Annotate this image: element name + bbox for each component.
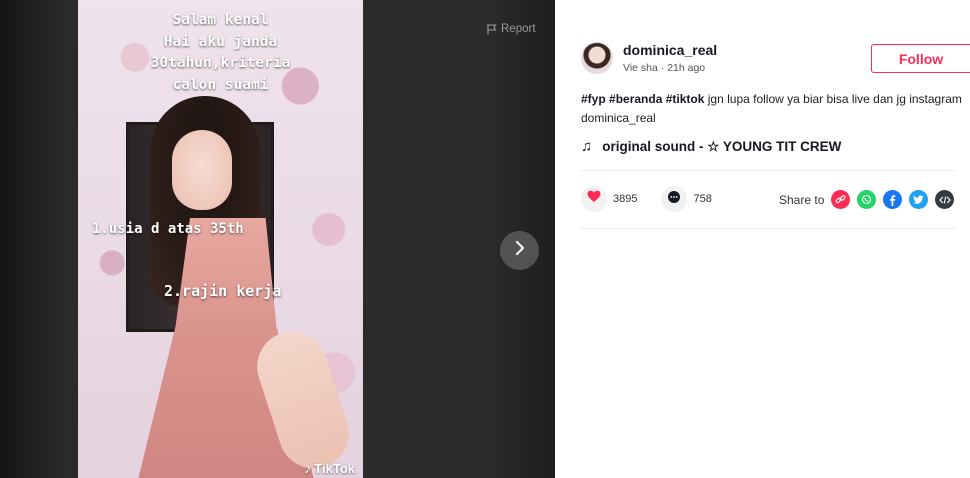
video-player[interactable]: Salam kenal Hai aku janda 30tahun,kriter… bbox=[78, 0, 363, 478]
post-details-panel: dominica_real Vie sha · 21h ago Follow #… bbox=[555, 0, 970, 478]
sound-link[interactable]: ♫ original sound - ☆ YOUNG TIT CREW bbox=[581, 138, 841, 155]
like-button[interactable] bbox=[581, 186, 607, 212]
video-caption-line: calon suami bbox=[172, 76, 269, 93]
divider bbox=[581, 228, 956, 229]
video-caption-line: 30tahun,kriteria bbox=[150, 55, 291, 71]
avatar[interactable] bbox=[581, 42, 613, 74]
hashtag-link[interactable]: #tiktok bbox=[666, 92, 705, 106]
author-subline: Vie sha · 21h ago bbox=[623, 62, 705, 74]
sound-title: original sound - ☆ YOUNG TIT CREW bbox=[602, 138, 842, 154]
video-caption-line: Hai aku janda bbox=[163, 33, 278, 50]
link-icon[interactable] bbox=[831, 190, 851, 209]
report-label: Report bbox=[501, 23, 536, 35]
comment-button[interactable] bbox=[661, 186, 688, 212]
flag-icon bbox=[487, 24, 497, 35]
twitter-icon[interactable] bbox=[909, 190, 929, 209]
hashtag-link[interactable]: #beranda bbox=[609, 92, 662, 106]
username-link[interactable]: dominica_real bbox=[623, 42, 717, 58]
post-time: 21h ago bbox=[667, 62, 706, 74]
video-caption: Salam kenal Hai aku janda 30tahun,kriter… bbox=[78, 10, 363, 96]
video-requirement-2: 2.rajin kerja bbox=[164, 282, 282, 300]
heart-icon bbox=[587, 190, 601, 208]
subline-separator: · bbox=[660, 62, 665, 74]
share-bar: Share to bbox=[779, 190, 961, 209]
whatsapp-icon[interactable] bbox=[857, 190, 877, 209]
tiktok-note-icon: ♪ bbox=[304, 460, 312, 476]
video-person-face bbox=[172, 130, 232, 210]
like-metric: 3895 bbox=[581, 186, 637, 212]
video-stage: Salam kenal Hai aku janda 30tahun,kriter… bbox=[0, 0, 555, 478]
music-note-icon: ♫ bbox=[581, 138, 593, 155]
share-label: Share to bbox=[779, 192, 825, 207]
tiktok-watermark-label: TikTok bbox=[314, 460, 355, 476]
video-caption-line: Salam kenal bbox=[172, 12, 269, 28]
divider bbox=[581, 170, 956, 171]
facebook-icon[interactable] bbox=[883, 190, 903, 209]
embed-icon[interactable] bbox=[935, 190, 955, 209]
follow-button[interactable]: Follow bbox=[871, 44, 970, 73]
comment-count: 758 bbox=[693, 193, 712, 205]
comment-icon bbox=[667, 190, 681, 209]
comment-metric: 758 bbox=[661, 186, 712, 212]
display-name: Vie sha bbox=[623, 62, 658, 74]
hashtag-link[interactable]: #fyp bbox=[581, 92, 606, 106]
chevron-right-icon bbox=[513, 240, 527, 261]
video-requirement-1: 1.usia d atas 35th bbox=[92, 221, 244, 237]
post-description: #fyp #beranda #tiktok jgn lupa follow ya… bbox=[581, 90, 966, 128]
like-count: 3895 bbox=[613, 193, 638, 205]
tiktok-watermark: ♪ TikTok bbox=[304, 460, 355, 476]
report-button[interactable]: Report bbox=[487, 23, 536, 35]
next-video-button[interactable] bbox=[500, 231, 539, 270]
engagement-metrics: 3895 758 bbox=[581, 186, 736, 212]
